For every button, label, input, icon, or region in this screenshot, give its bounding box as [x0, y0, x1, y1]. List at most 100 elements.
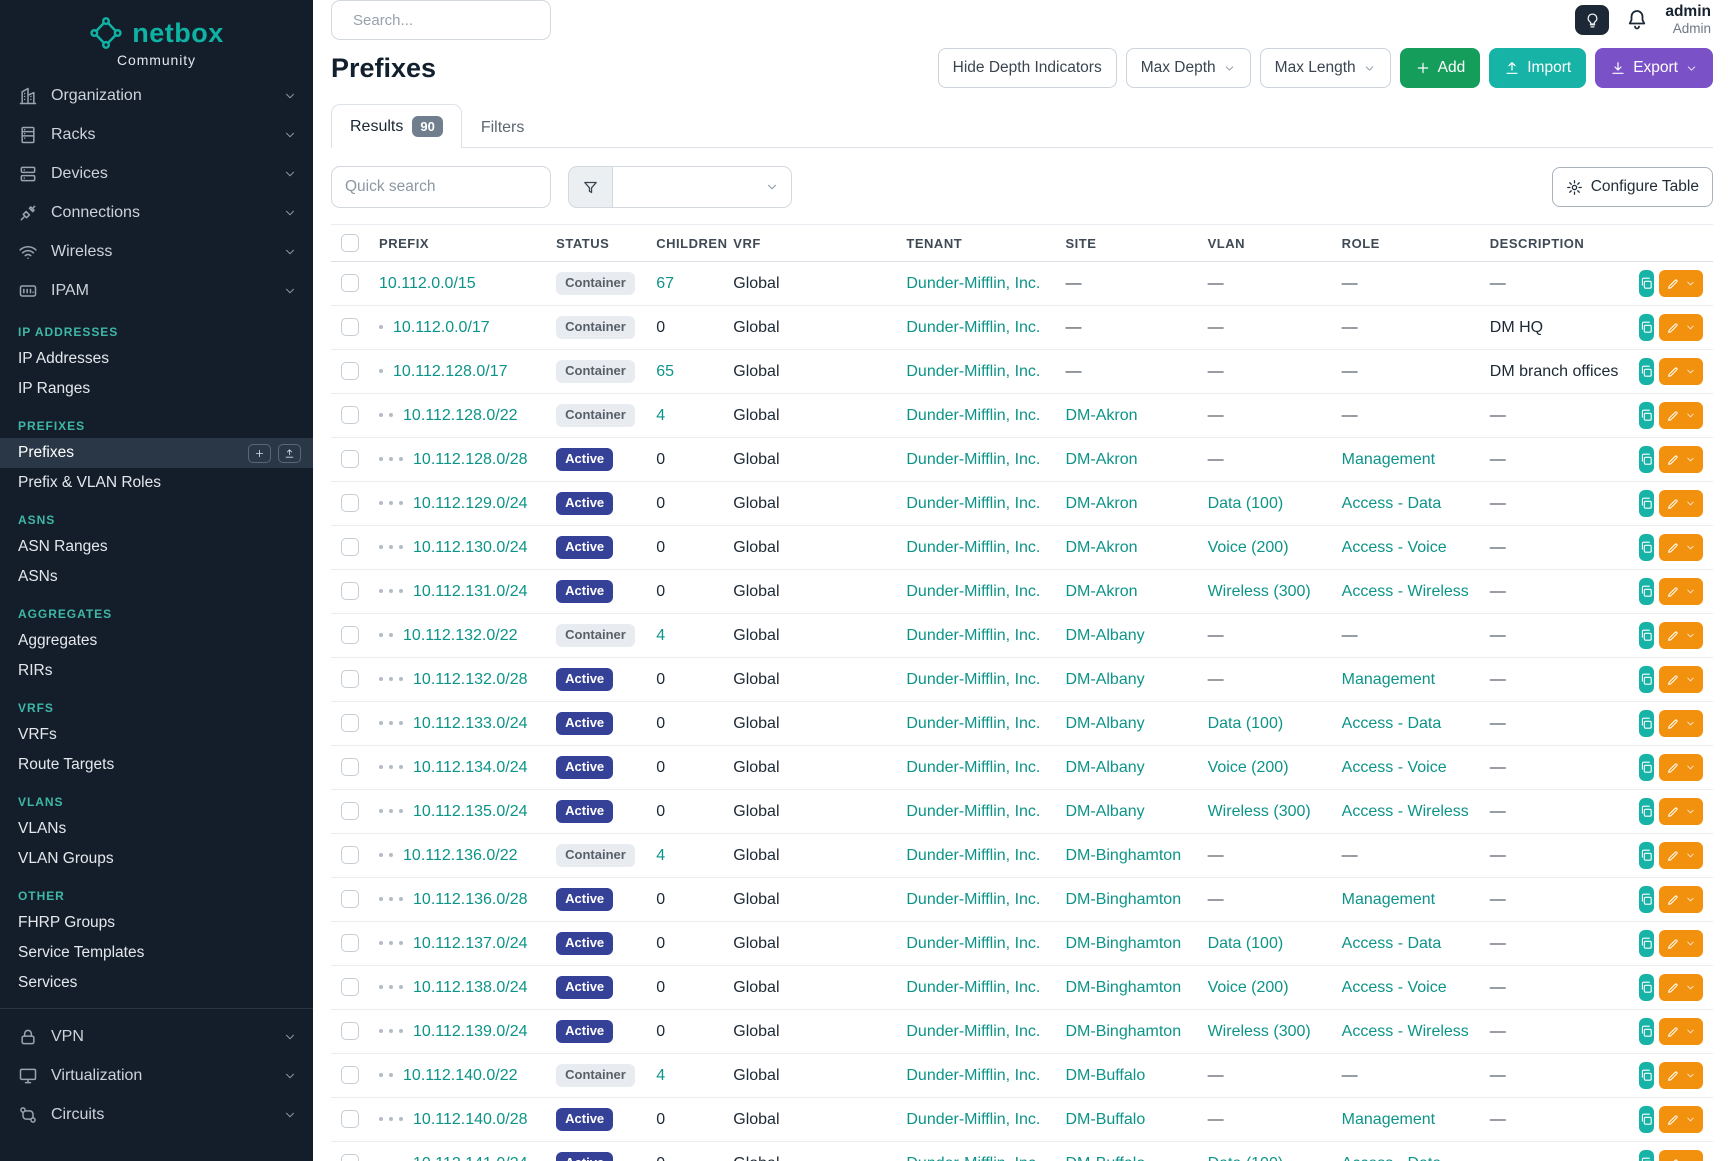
tenant-link[interactable]: Dunder-Mifflin, Inc. — [906, 803, 1040, 820]
vlan-link[interactable]: Wireless (300) — [1208, 1023, 1311, 1040]
quick-add-button[interactable] — [248, 444, 271, 463]
site-link[interactable]: DM-Binghamton — [1065, 979, 1181, 996]
tab-results[interactable]: Results90 — [331, 104, 462, 148]
row-checkbox[interactable] — [341, 846, 359, 864]
edit-dropdown-button[interactable] — [1659, 446, 1703, 473]
role-link[interactable]: Access - Voice — [1342, 539, 1447, 556]
role-link[interactable]: Access - Data — [1342, 935, 1442, 952]
vlan-link[interactable]: Voice (200) — [1208, 539, 1289, 556]
tenant-link[interactable]: Dunder-Mifflin, Inc. — [906, 935, 1040, 952]
row-checkbox[interactable] — [341, 890, 359, 908]
tenant-link[interactable]: Dunder-Mifflin, Inc. — [906, 495, 1040, 512]
row-checkbox[interactable] — [341, 802, 359, 820]
role-link[interactable]: Access - Data — [1342, 495, 1442, 512]
role-link[interactable]: Access - Data — [1342, 715, 1442, 732]
clone-button[interactable] — [1639, 578, 1654, 605]
role-link[interactable]: Access - Voice — [1342, 759, 1447, 776]
site-link[interactable]: DM-Akron — [1065, 583, 1137, 600]
column-header-description[interactable]: DESCRIPTION — [1480, 225, 1633, 262]
add-button[interactable]: Add — [1400, 48, 1481, 88]
clone-button[interactable] — [1639, 666, 1654, 693]
column-header-prefix[interactable]: PREFIX — [369, 225, 546, 262]
tenant-link[interactable]: Dunder-Mifflin, Inc. — [906, 1023, 1040, 1040]
site-link[interactable]: DM-Buffalo — [1065, 1067, 1145, 1084]
edit-dropdown-button[interactable] — [1659, 1150, 1703, 1161]
column-header-site[interactable]: SITE — [1055, 225, 1197, 262]
clone-button[interactable] — [1639, 358, 1654, 385]
row-checkbox[interactable] — [341, 1110, 359, 1128]
row-checkbox[interactable] — [341, 494, 359, 512]
notifications-bell-icon[interactable] — [1625, 8, 1649, 32]
clone-button[interactable] — [1639, 534, 1654, 561]
tenant-link[interactable]: Dunder-Mifflin, Inc. — [906, 671, 1040, 688]
edit-dropdown-button[interactable] — [1659, 666, 1703, 693]
prefix-link[interactable]: 10.112.129.0/24 — [413, 495, 527, 512]
edit-dropdown-button[interactable] — [1659, 358, 1703, 385]
column-header-children[interactable]: CHILDREN — [646, 225, 723, 262]
edit-dropdown-button[interactable] — [1659, 402, 1703, 429]
row-checkbox[interactable] — [341, 714, 359, 732]
sidebar-item-devices[interactable]: Devices — [0, 154, 313, 193]
clone-button[interactable] — [1639, 1018, 1654, 1045]
hide-depth-indicators-button[interactable]: Hide Depth Indicators — [938, 48, 1117, 88]
import-button[interactable]: Import — [1489, 48, 1586, 88]
max-depth-dropdown[interactable]: Max Depth — [1126, 48, 1251, 88]
tenant-link[interactable]: Dunder-Mifflin, Inc. — [906, 319, 1040, 336]
prefix-link[interactable]: 10.112.133.0/24 — [413, 715, 527, 732]
children-count-link[interactable]: 65 — [656, 363, 674, 380]
vlan-link[interactable]: Data (100) — [1208, 1155, 1284, 1161]
sidebar-item-wireless[interactable]: Wireless — [0, 232, 313, 271]
site-link[interactable]: DM-Albany — [1065, 715, 1144, 732]
clone-button[interactable] — [1639, 1150, 1654, 1161]
site-link[interactable]: DM-Buffalo — [1065, 1111, 1145, 1128]
site-link[interactable]: DM-Akron — [1065, 407, 1137, 424]
search-input[interactable] — [353, 12, 552, 29]
sidebar-item-vrfs[interactable]: VRFs — [0, 720, 313, 750]
sidebar-item-vlans[interactable]: VLANs — [0, 814, 313, 844]
tenant-link[interactable]: Dunder-Mifflin, Inc. — [906, 1067, 1040, 1084]
clone-button[interactable] — [1639, 974, 1654, 1001]
sidebar-item-asns[interactable]: ASNs — [0, 562, 313, 592]
edit-dropdown-button[interactable] — [1659, 754, 1703, 781]
children-count-link[interactable]: 67 — [656, 275, 674, 292]
tenant-link[interactable]: Dunder-Mifflin, Inc. — [906, 627, 1040, 644]
clone-button[interactable] — [1639, 710, 1654, 737]
prefix-link[interactable]: 10.112.135.0/24 — [413, 803, 527, 820]
sidebar-item-connections[interactable]: Connections — [0, 193, 313, 232]
edit-dropdown-button[interactable] — [1659, 622, 1703, 649]
prefix-link[interactable]: 10.112.0.0/15 — [379, 275, 476, 292]
role-link[interactable]: Management — [1342, 1111, 1435, 1128]
clone-button[interactable] — [1639, 886, 1654, 913]
select-all-checkbox[interactable] — [341, 234, 359, 252]
clone-button[interactable] — [1639, 402, 1654, 429]
sidebar-item-circuits[interactable]: Circuits — [0, 1095, 313, 1134]
edit-dropdown-button[interactable] — [1659, 578, 1703, 605]
sidebar-item-vpn[interactable]: VPN — [0, 1017, 313, 1056]
edit-dropdown-button[interactable] — [1659, 1018, 1703, 1045]
tenant-link[interactable]: Dunder-Mifflin, Inc. — [906, 891, 1040, 908]
sidebar-item-virtualization[interactable]: Virtualization — [0, 1056, 313, 1095]
edit-dropdown-button[interactable] — [1659, 490, 1703, 517]
column-header-vlan[interactable]: VLAN — [1198, 225, 1332, 262]
edit-dropdown-button[interactable] — [1659, 710, 1703, 737]
prefix-link[interactable]: 10.112.141.0/24 — [413, 1155, 527, 1161]
tenant-link[interactable]: Dunder-Mifflin, Inc. — [906, 847, 1040, 864]
row-checkbox[interactable] — [341, 626, 359, 644]
vlan-link[interactable]: Data (100) — [1208, 715, 1284, 732]
site-link[interactable]: DM-Binghamton — [1065, 891, 1181, 908]
prefix-link[interactable]: 10.112.132.0/28 — [413, 671, 527, 688]
edit-dropdown-button[interactable] — [1659, 842, 1703, 869]
role-link[interactable]: Management — [1342, 671, 1435, 688]
site-link[interactable]: DM-Albany — [1065, 803, 1144, 820]
children-count-link[interactable]: 4 — [656, 627, 665, 644]
tenant-link[interactable]: Dunder-Mifflin, Inc. — [906, 539, 1040, 556]
clone-button[interactable] — [1639, 446, 1654, 473]
theme-toggle-button[interactable] — [1575, 5, 1609, 35]
site-link[interactable]: DM-Binghamton — [1065, 1023, 1181, 1040]
row-checkbox[interactable] — [341, 450, 359, 468]
tenant-link[interactable]: Dunder-Mifflin, Inc. — [906, 715, 1040, 732]
sidebar-item-fhrp-groups[interactable]: FHRP Groups — [0, 908, 313, 938]
role-link[interactable]: Access - Wireless — [1342, 1023, 1469, 1040]
tenant-link[interactable]: Dunder-Mifflin, Inc. — [906, 759, 1040, 776]
children-count-link[interactable]: 4 — [656, 407, 665, 424]
